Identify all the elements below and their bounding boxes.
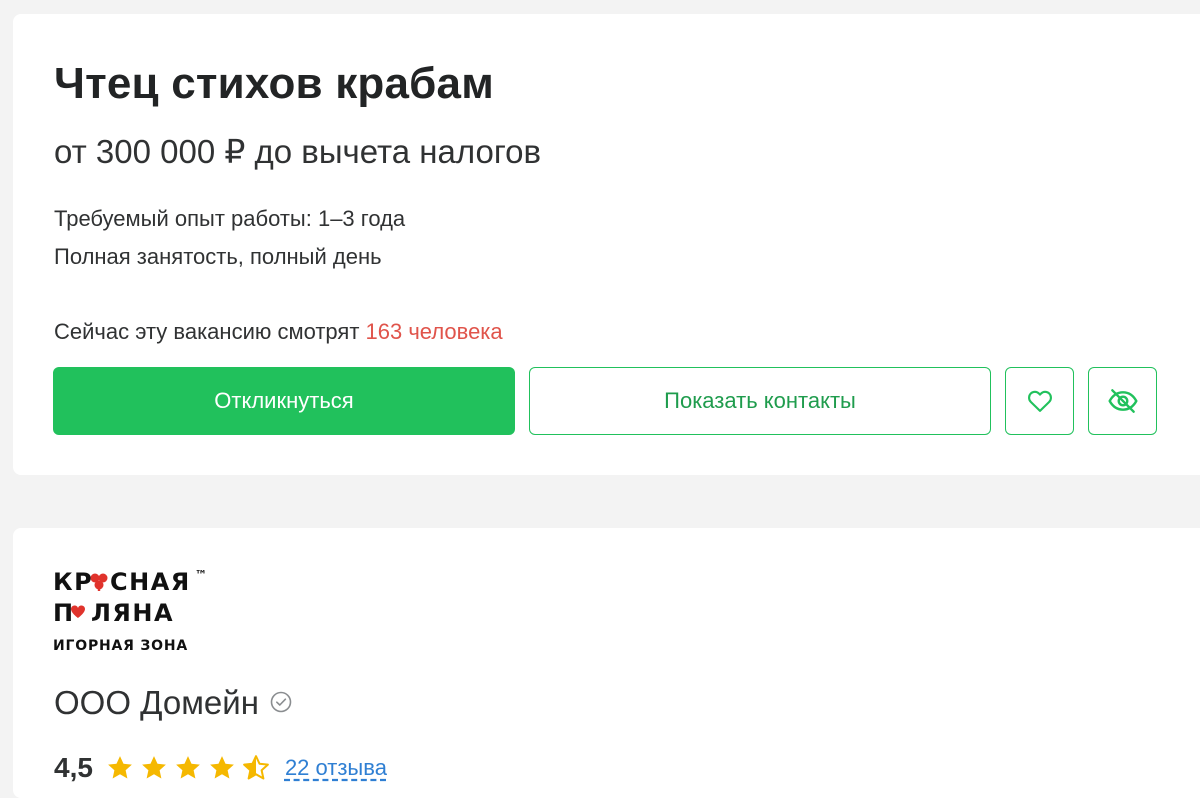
apply-button[interactable]: Откликнуться [53, 367, 515, 435]
favorite-button[interactable] [1005, 367, 1074, 435]
star-icon [176, 756, 200, 779]
star-half-icon [243, 755, 269, 780]
show-contacts-button[interactable]: Показать контакты [529, 367, 991, 435]
required-experience: Требуемый опыт работы: 1–3 года [54, 206, 406, 231]
company-name[interactable]: ООО Домейн [54, 683, 259, 723]
svg-text:КР: КР [53, 568, 93, 596]
watching-counter: Сейчас эту вакансию смотрят 163 человека [54, 318, 503, 346]
check-circle-icon [269, 683, 293, 723]
reviews-link[interactable]: 22 отзыва [285, 755, 387, 781]
company-rating: 4,5 22 отзыва [54, 750, 387, 786]
hide-vacancy-button[interactable] [1088, 367, 1157, 435]
star-icon [210, 756, 234, 779]
watching-count: 163 человека [365, 319, 503, 344]
company-name-row: ООО Домейн [54, 683, 293, 723]
heart-icon [1026, 387, 1054, 415]
rating-stars [105, 753, 271, 783]
svg-text:ЛЯНА: ЛЯНА [91, 599, 174, 627]
svg-text:П: П [53, 599, 75, 627]
watching-prefix: Сейчас эту вакансию смотрят [54, 319, 360, 344]
svg-text:™: ™ [195, 568, 207, 582]
star-icon [142, 756, 166, 779]
salary: от 300 000 ₽ до вычета налогов [54, 133, 542, 170]
company-card: КР СНАЯ ™ П ЛЯНА ИГОРНАЯ ЗОНА ООО Домейн… [13, 528, 1200, 798]
rating-value: 4,5 [54, 752, 93, 783]
vacancy-card: Чтец стихов крабам от 300 000 ₽ до вычет… [13, 14, 1200, 475]
logo-subtitle: ИГОРНАЯ ЗОНА [53, 638, 188, 654]
company-logo[interactable]: КР СНАЯ ™ П ЛЯНА ИГОРНАЯ ЗОНА [53, 568, 223, 658]
svg-text:СНАЯ: СНАЯ [110, 568, 191, 596]
employment-type: Полная занятость, полный день [54, 244, 382, 269]
star-icon [108, 756, 132, 779]
eye-off-icon [1107, 385, 1139, 417]
vacancy-title: Чтец стихов крабам [54, 59, 494, 108]
